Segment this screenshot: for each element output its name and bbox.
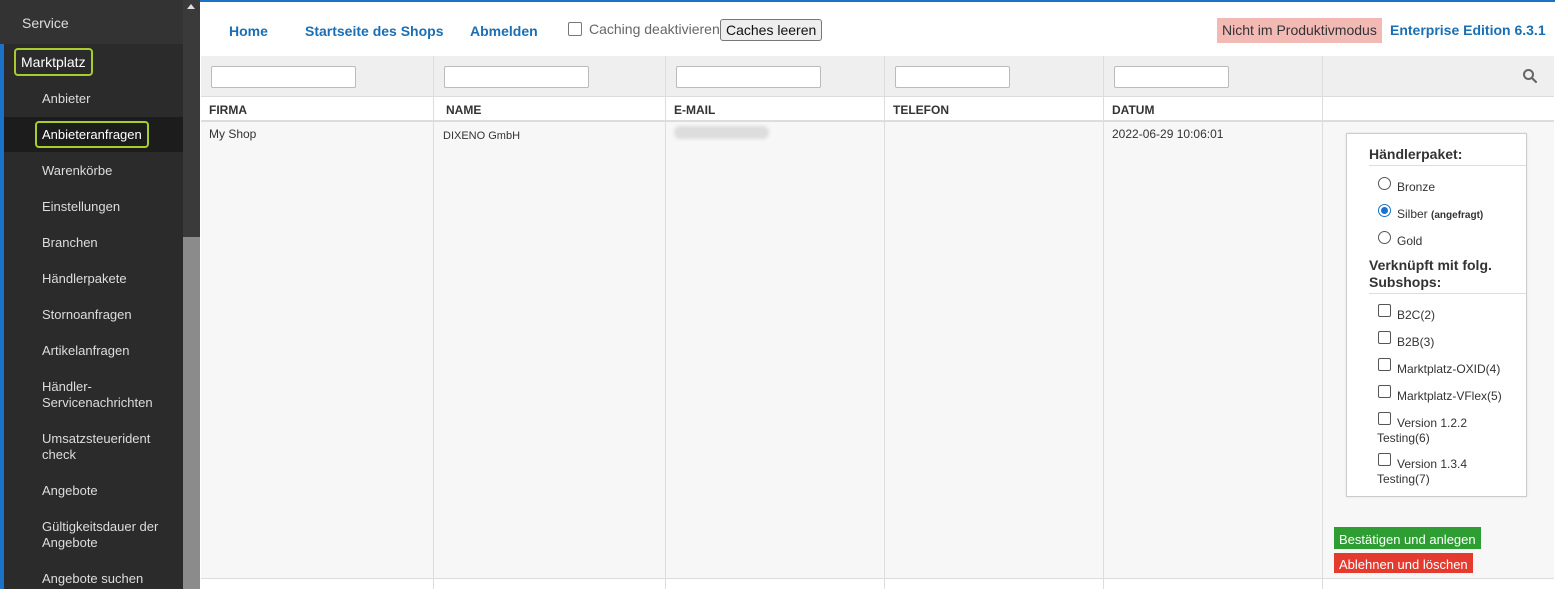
checkbox-subshop-marktplatz-oxid[interactable] <box>1378 358 1391 371</box>
header-name[interactable]: NAME <box>446 103 481 117</box>
header-datum[interactable]: DATUM <box>1112 103 1154 117</box>
sidebar-service[interactable]: Service <box>0 0 183 44</box>
column-divider <box>665 56 666 589</box>
scrollbar-thumb[interactable] <box>183 237 200 589</box>
caching-checkbox[interactable] <box>568 22 582 36</box>
filter-input-datum[interactable] <box>1114 66 1229 88</box>
sidebar-item-anbieter[interactable]: Anbieter <box>42 91 177 107</box>
radio-gold[interactable] <box>1378 231 1391 244</box>
radio-silber[interactable] <box>1378 204 1391 217</box>
panel-divider <box>1369 165 1526 166</box>
label-subshop-b2c: B2C(2) <box>1397 308 1436 322</box>
sidebar-item-artikelanfragen[interactable]: Artikelanfragen <box>42 343 177 359</box>
reject-delete-button[interactable]: Ablehnen und löschen <box>1334 553 1473 573</box>
radio-bronze[interactable] <box>1378 177 1391 190</box>
search-icon[interactable] <box>1522 68 1538 84</box>
filter-input-telefon[interactable] <box>895 66 1010 88</box>
sidebar-group-marktplatz[interactable]: Marktplatz <box>14 48 93 76</box>
sidebar-item-gueltigkeitsdauer[interactable]: Gültigkeitsdauer der Angebote <box>42 519 167 551</box>
scroll-up-arrow-icon[interactable] <box>187 4 195 9</box>
cell-firma: My Shop <box>209 127 257 141</box>
radio-label-gold: Gold <box>1397 234 1423 248</box>
header-telefon[interactable]: TELEFON <box>893 103 949 117</box>
column-divider <box>884 56 885 589</box>
cell-email-redacted <box>674 126 769 139</box>
column-divider <box>1322 56 1323 589</box>
sidebar-item-haendler-servicenachrichten[interactable]: Händler-Servicenachrichten <box>42 379 160 411</box>
sidebar-item-branchen[interactable]: Branchen <box>42 235 177 251</box>
filter-input-name[interactable] <box>444 66 589 88</box>
label-subshop-version-122: Version 1.2.2 Testing(6) <box>1377 416 1468 445</box>
column-divider <box>433 56 434 589</box>
checkbox-subshop-b2c[interactable] <box>1378 304 1391 317</box>
caching-label: Caching deaktivieren <box>589 21 720 37</box>
radio-label-silber: Silber (angefragt) <box>1397 207 1484 221</box>
filter-row <box>201 56 1554 97</box>
header-email[interactable]: E-MAIL <box>674 103 715 117</box>
filter-input-email[interactable] <box>676 66 821 88</box>
sidebar-item-angebote-suchen[interactable]: Angebote suchen <box>42 571 177 587</box>
header-row: FIRMA NAME E-MAIL TELEFON DATUM <box>201 97 1554 122</box>
clear-caches-button[interactable]: Caches leeren <box>720 19 823 41</box>
sidebar-item-warenkoerbe[interactable]: Warenkörbe <box>42 163 177 179</box>
cell-datum: 2022-06-29 10:06:01 <box>1112 127 1224 141</box>
confirm-create-button[interactable]: Bestätigen und anlegen <box>1334 527 1481 549</box>
radio-label-bronze: Bronze <box>1397 180 1436 194</box>
logout-link[interactable]: Abmelden <box>470 23 538 39</box>
silber-note: (angefragt) <box>1431 210 1484 221</box>
column-divider <box>1103 56 1104 589</box>
table-bottom-border <box>201 578 1554 579</box>
sidebar-item-stornoanfragen[interactable]: Stornoanfragen <box>42 307 177 323</box>
sidebar: Service Marktplatz Anbieter Anbieteranfr… <box>0 0 200 589</box>
top-bar: Home Startseite des Shops Abmelden Cachi… <box>200 0 1555 56</box>
checkbox-subshop-marktplatz-vflex[interactable] <box>1378 385 1391 398</box>
sidebar-item-angebote[interactable]: Angebote <box>42 483 177 499</box>
label-subshop-marktplatz-oxid: Marktplatz-OXID(4) <box>1397 362 1501 376</box>
filter-input-firma[interactable] <box>211 66 356 88</box>
cell-name: DIXENO GmbH <box>443 130 521 142</box>
sidebar-item-umsatzsteuerident-check[interactable]: Umsatzsteuerident check <box>42 431 160 463</box>
sidebar-item-anbieteranfragen[interactable]: Anbieteranfragen <box>35 121 149 148</box>
requests-table: FIRMA NAME E-MAIL TELEFON DATUM My Shop … <box>201 56 1554 589</box>
label-subshop-b2b: B2B(3) <box>1397 335 1435 349</box>
header-firma[interactable]: FIRMA <box>209 103 247 117</box>
edition-label: Enterprise Edition 6.3.1 <box>1390 22 1546 38</box>
sidebar-item-haendlerpakete[interactable]: Händlerpakete <box>42 271 177 287</box>
shop-start-link[interactable]: Startseite des Shops <box>305 23 444 39</box>
package-panel: Händlerpaket: Bronze Silber (angefragt) … <box>1346 133 1527 497</box>
home-link[interactable]: Home <box>229 23 268 39</box>
checkbox-subshop-b2b[interactable] <box>1378 331 1391 344</box>
subshops-title: Verknüpft mit folg. Subshops: <box>1369 257 1492 290</box>
panel-divider <box>1369 293 1526 294</box>
package-title: Händlerpaket: <box>1369 146 1463 162</box>
mode-badge: Nicht im Produktivmodus <box>1217 18 1382 43</box>
sidebar-scrollbar[interactable] <box>183 0 200 589</box>
sidebar-item-einstellungen[interactable]: Einstellungen <box>42 199 177 215</box>
label-subshop-version-134: Version 1.3.4 Testing(7) <box>1377 457 1468 486</box>
label-subshop-marktplatz-vflex: Marktplatz-VFlex(5) <box>1397 389 1502 403</box>
